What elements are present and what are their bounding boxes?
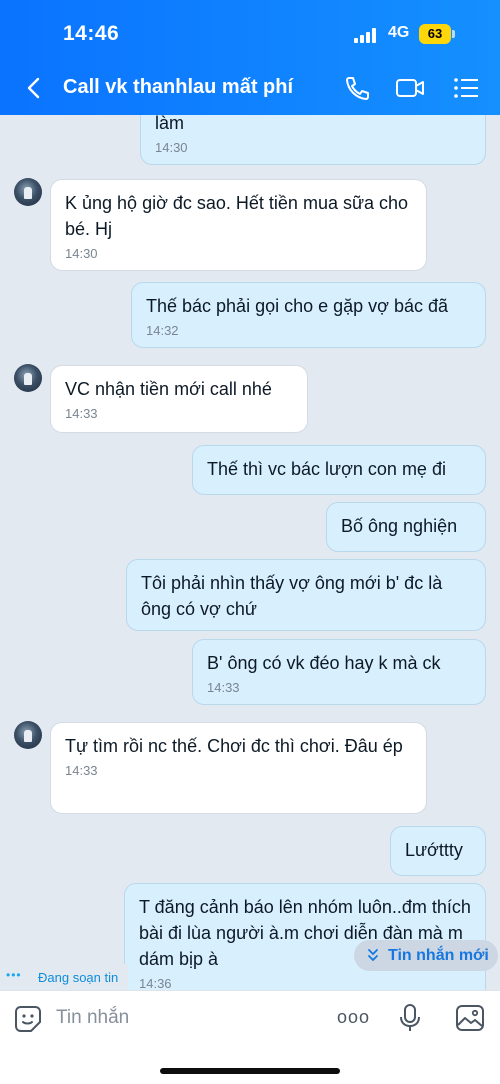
new-message-label: Tin nhắn mới xyxy=(388,947,489,964)
message-text: làm xyxy=(155,115,185,133)
message-bubble[interactable]: Thế thì vc bác lượn con mẹ đi xyxy=(192,445,486,495)
message-text: Thế bác phải gọi cho e gặp vợ bác đã xyxy=(146,296,449,316)
message-time: 14:33 xyxy=(65,406,98,421)
message-bubble[interactable]: Bố ông nghiện xyxy=(326,502,486,552)
typing-label: Đang soạn tin xyxy=(38,970,119,985)
chat-header: 14:46 4G 63 Call vk thanhlau mất phí xyxy=(0,0,500,115)
message-time: 14:33 xyxy=(207,680,240,695)
sticker-icon[interactable] xyxy=(13,1004,43,1034)
message-text: B' ông có vk đéo hay k mà ck xyxy=(207,653,441,673)
message-time: 14:30 xyxy=(65,246,98,261)
video-call-icon[interactable] xyxy=(395,74,425,102)
message-text: Tôi phải nhìn thấy vợ ông mới b' đc là ô… xyxy=(141,573,443,619)
menu-list-icon[interactable] xyxy=(452,74,482,102)
message-time: 14:33 xyxy=(65,763,98,778)
image-icon[interactable] xyxy=(455,1003,485,1033)
home-indicator[interactable] xyxy=(160,1068,340,1074)
message-bubble[interactable]: Lướttty xyxy=(390,826,486,876)
double-chevron-down-icon xyxy=(366,940,380,982)
message-input[interactable]: Tin nhắn xyxy=(56,1007,129,1029)
message-list[interactable]: làm 14:30 K ủng hộ giờ đc sao. Hết tiền … xyxy=(0,115,500,990)
avatar[interactable] xyxy=(14,364,42,392)
battery-level: 63 xyxy=(419,24,451,44)
nav-bar: Call vk thanhlau mất phí xyxy=(0,62,500,115)
message-time: 14:36 xyxy=(139,976,172,990)
message-time: 14:32 xyxy=(146,323,179,338)
message-time: 14:30 xyxy=(155,140,188,155)
message-text: Bố ông nghiện xyxy=(341,516,458,536)
message-bubble[interactable]: làm 14:30 xyxy=(140,115,486,165)
new-message-button[interactable]: Tin nhắn mới xyxy=(354,940,498,971)
message-bubble[interactable]: VC nhận tiền mới call nhé 14:33 xyxy=(50,365,308,433)
message-bubble[interactable]: Thế bác phải gọi cho e gặp vợ bác đã 14:… xyxy=(131,282,486,348)
message-text: Lướttty xyxy=(405,840,463,860)
avatar[interactable] xyxy=(14,721,42,749)
message-bubble[interactable]: T đăng cảnh báo lên nhóm luôn..đm thích … xyxy=(124,883,486,990)
message-text: K ủng hộ giờ đc sao. Hết tiền mua sữa ch… xyxy=(65,193,409,239)
back-icon[interactable] xyxy=(24,76,44,100)
status-time: 14:46 xyxy=(63,22,120,45)
message-bubble[interactable]: Tôi phải nhìn thấy vợ ông mới b' đc là ô… xyxy=(126,559,486,631)
more-icon[interactable]: ooo xyxy=(337,1007,370,1028)
avatar[interactable] xyxy=(14,178,42,206)
status-bar: 14:46 4G 63 xyxy=(0,0,500,62)
message-bubble[interactable]: B' ông có vk đéo hay k mà ck 14:33 xyxy=(192,639,486,705)
phone-icon[interactable] xyxy=(343,74,373,102)
battery-icon: 63 xyxy=(419,24,455,44)
network-label: 4G xyxy=(388,24,410,41)
message-bubble[interactable]: K ủng hộ giờ đc sao. Hết tiền mua sữa ch… xyxy=(50,179,427,271)
typing-indicator: ••• Đang soạn tin xyxy=(0,964,128,990)
chat-title[interactable]: Call vk thanhlau mất phí xyxy=(63,76,293,99)
message-bubble[interactable]: Tự tìm rồi nc thế. Chơi đc thì chơi. Đâu… xyxy=(50,722,427,814)
typing-dots-icon: ••• xyxy=(6,968,22,982)
message-text: VC nhận tiền mới call nhé xyxy=(65,379,272,399)
microphone-icon[interactable] xyxy=(395,1003,425,1033)
signal-icon xyxy=(354,27,380,43)
message-text: Thế thì vc bác lượn con mẹ đi xyxy=(207,459,446,479)
message-text: Tự tìm rồi nc thế. Chơi đc thì chơi. Đâu… xyxy=(65,736,403,756)
